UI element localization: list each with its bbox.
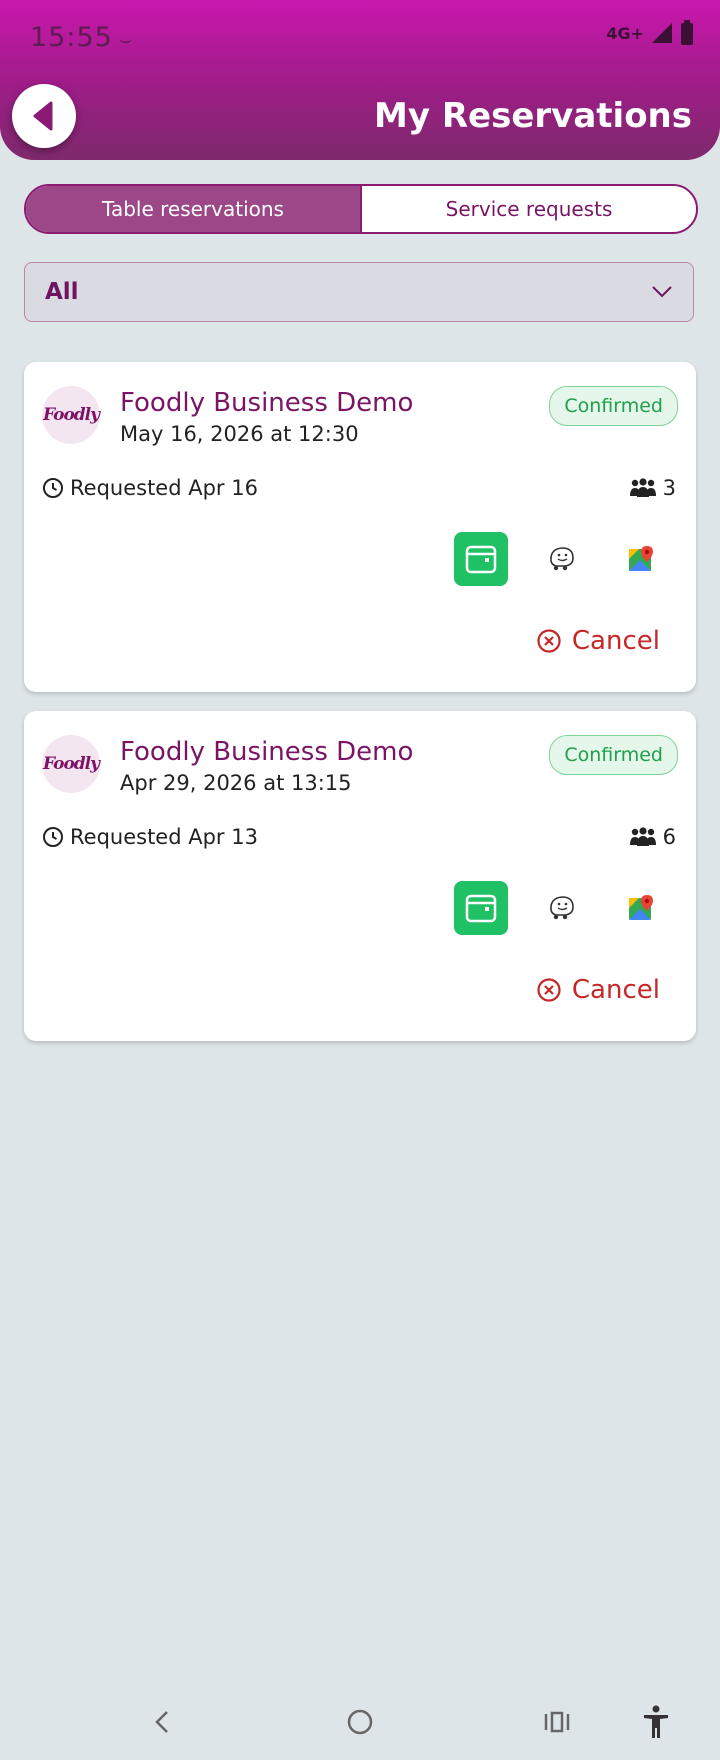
google-maps-icon [629,546,653,571]
nav-home-button[interactable] [340,1702,380,1742]
back-button[interactable] [12,84,76,148]
business-logo: Foodly [42,735,100,793]
tab-table-reservations[interactable]: Table reservations [26,186,362,232]
accessibility-button[interactable] [636,1702,676,1742]
add-to-calendar-button[interactable] [454,532,508,586]
clock-icon [43,478,63,498]
google-maps-button[interactable] [614,532,668,586]
reservation-card[interactable]: Foodly Foodly Business Demo Apr 29, 2026… [24,711,696,1041]
requested-text: Requested Apr 13 [70,825,258,849]
signal-icon [652,23,672,43]
reservation-datetime: Apr 29, 2026 at 13:15 [120,771,352,795]
people-icon [629,478,656,497]
requested-text: Requested Apr 16 [70,476,258,500]
clock-icon [43,827,63,847]
app-header: 15:55 ⌣ 4G+ My Reservations [0,0,720,160]
google-maps-button[interactable] [614,881,668,935]
status-filter-dropdown[interactable]: All [24,262,694,322]
waze-button[interactable] [534,532,588,586]
people-icon [629,827,656,846]
system-nav-bar [0,1690,720,1760]
nav-back-icon [155,1711,168,1733]
party-count: 6 [662,825,676,849]
party-size: 6 [629,825,676,849]
network-type: 4G+ [606,23,644,43]
status-badge: Confirmed [549,735,678,775]
amazon-icon: ⌣ [118,27,133,51]
waze-icon [550,547,574,571]
reservation-datetime: May 16, 2026 at 12:30 [120,422,359,446]
add-to-calendar-button[interactable] [454,881,508,935]
battery-icon [681,20,693,45]
cancel-button[interactable]: Cancel [536,626,660,656]
cancel-label: Cancel [571,626,660,656]
filter-value: All [45,279,79,305]
google-maps-icon [629,895,653,920]
requested-date: Requested Apr 13 [42,825,258,849]
back-arrow-icon [33,101,53,131]
calendar-icon [465,545,497,574]
cancel-button[interactable]: Cancel [536,975,660,1005]
waze-icon [550,896,574,920]
waze-button[interactable] [534,881,588,935]
status-time: 15:55 ⌣ [30,22,133,53]
business-name: Foodly Business Demo [120,737,414,767]
cancel-label: Cancel [571,975,660,1005]
tab-service-requests[interactable]: Service requests [362,186,696,232]
business-logo: Foodly [42,386,100,444]
nav-home-icon [347,1709,373,1735]
requested-date: Requested Apr 16 [42,476,258,500]
nav-recents-button[interactable] [537,1702,577,1742]
page-title: My Reservations [374,96,692,136]
cancel-circle-icon [537,978,561,1002]
nav-back-button[interactable] [142,1702,182,1742]
calendar-icon [465,894,497,923]
reservation-card[interactable]: Foodly Foodly Business Demo May 16, 2026… [24,362,696,692]
chevron-down-icon [652,286,672,298]
reservation-type-tabs: Table reservations Service requests [24,184,698,234]
status-icons: 4G+ [606,20,694,46]
party-count: 3 [662,476,676,500]
cancel-circle-icon [537,629,561,653]
business-name: Foodly Business Demo [120,388,414,418]
accessibility-icon [644,1705,668,1738]
party-size: 3 [629,476,676,500]
nav-recents-icon [544,1711,570,1733]
status-badge: Confirmed [549,386,678,426]
